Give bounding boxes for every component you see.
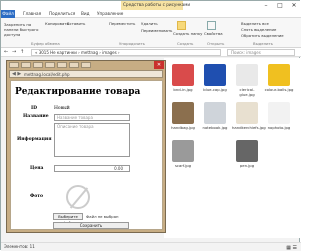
group-organize: Упорядочить (119, 41, 145, 46)
file-thumbnail (172, 64, 194, 86)
tab-home[interactable]: Главная (23, 11, 41, 16)
browser-back-icon[interactable]: ◀ ▶ (12, 71, 21, 78)
file-thumbnail (172, 102, 194, 124)
group-clipboard: Буфер обмена (31, 41, 60, 46)
tab-file[interactable]: Файл (1, 10, 15, 18)
forward-arrow-icon[interactable]: → (12, 49, 16, 55)
browser-tab[interactable] (45, 62, 55, 68)
file-thumbnail (204, 102, 226, 124)
tab-view[interactable]: Вид (81, 11, 90, 16)
search-input[interactable]: Поиск: images (227, 49, 295, 56)
group-open: Открыть (207, 41, 225, 46)
browser-url[interactable]: mettnag.local/edit.php (24, 71, 70, 78)
browser-tab[interactable] (57, 62, 67, 68)
info-textarea[interactable]: Описание товара (54, 123, 130, 157)
no-file-text: Файл не выбран (86, 214, 119, 219)
no-photo-icon (66, 185, 90, 209)
ribbon: Закрепить на панели быстрого доступа Коп… (1, 18, 301, 48)
new-folder-icon[interactable] (177, 21, 186, 30)
browser-tabs (9, 62, 159, 69)
select-all-button[interactable]: Выделить все (241, 21, 269, 26)
delete-button[interactable]: Удалить (141, 21, 158, 26)
id-value: Новый (54, 106, 70, 111)
browser-window: ✕ ◀ ▶ mettnag.local/edit.php Редактирова… (6, 60, 166, 233)
window-controls: – □ ✕ (259, 1, 301, 10)
price-input[interactable]: 0.00 (54, 165, 130, 172)
edit-product-page: Редактирование товара ID Новый Название … (10, 80, 163, 230)
move-button[interactable]: Переместить (109, 21, 135, 26)
explorer-titlebar: Средства работы с рисунками – □ ✕ (1, 1, 301, 10)
file-name: pen.jpg (239, 163, 255, 168)
file-item[interactable]: scarf.jpg (168, 140, 198, 168)
file-thumbnail (236, 140, 258, 162)
label-price: Цена (30, 166, 44, 171)
back-arrow-icon[interactable]: ← (4, 49, 8, 55)
file-name: clerical-glue.jpg (239, 87, 255, 97)
file-thumbnail (204, 64, 226, 86)
file-name: scarf.jpg (174, 163, 192, 168)
file-item[interactable]: clerical-glue.jpg (232, 64, 262, 97)
copy-button[interactable]: Копировать (45, 21, 69, 26)
status-text: Элементов: 11 (4, 244, 35, 249)
file-name: colour-balls.jpg (264, 87, 294, 92)
new-folder-button[interactable]: Создать папку (173, 31, 202, 36)
address-path[interactable]: « 3015 Не картинки › mettnag › images › (31, 49, 221, 56)
paste-button[interactable]: Вставить (67, 21, 85, 26)
file-item[interactable]: handbag.jpg (168, 102, 198, 130)
window-title: Средства работы с рисунками (123, 2, 191, 7)
label-name: Название (23, 114, 49, 119)
file-thumbnail (172, 140, 194, 162)
group-new: Создать (177, 41, 194, 46)
file-thumbnail (236, 64, 258, 86)
file-name: handbag.jpg (171, 125, 195, 130)
browser-tab[interactable] (21, 62, 31, 68)
name-input[interactable]: Название товара (54, 114, 130, 121)
choose-file-button[interactable]: Выберите файл (53, 213, 83, 225)
file-name: blue-cap.jpg (203, 87, 227, 92)
up-arrow-icon[interactable]: ↑ (20, 49, 24, 55)
browser-tab[interactable] (33, 62, 43, 68)
file-name: notebook.jpg (202, 125, 228, 130)
file-thumbnail (268, 102, 290, 124)
address-bar: ← → ↑ « 3015 Не картинки › mettnag › ima… (1, 48, 301, 57)
minimize-icon[interactable]: – (259, 1, 273, 10)
properties-icon[interactable] (207, 21, 216, 30)
deselect-button[interactable]: Снять выделение (241, 27, 276, 32)
pin-button[interactable]: Закрепить на панели быстрого доступа (4, 22, 40, 37)
view-toggle-icon[interactable]: ▦ ☰ (286, 244, 297, 252)
browser-url-bar[interactable]: ◀ ▶ mettnag.local/edit.php (9, 70, 163, 78)
browser-close-icon[interactable]: ✕ (154, 61, 164, 69)
file-thumbnail (268, 64, 290, 86)
label-id: ID (31, 106, 38, 111)
maximize-icon[interactable]: □ (273, 1, 287, 10)
file-name: nophoto.jpg (267, 125, 291, 130)
tab-share[interactable]: Поделиться (49, 11, 75, 16)
browser-titlebar: ✕ (7, 61, 165, 69)
file-item[interactable]: handkerchiefs.jpg (232, 102, 266, 130)
browser-tab[interactable] (69, 62, 79, 68)
rename-button[interactable]: Переименовать (141, 28, 172, 33)
label-info: Информация (17, 137, 52, 142)
file-item[interactable]: blue-cap.jpg (200, 64, 230, 92)
page-title: Редактирование товара (15, 87, 141, 97)
file-item[interactable]: colour-balls.jpg (264, 64, 294, 92)
properties-button[interactable]: Свойства (204, 31, 223, 36)
file-item[interactable]: pen.jpg (232, 140, 262, 168)
file-item[interactable]: notebook.jpg (200, 102, 230, 130)
browser-tab[interactable] (81, 62, 91, 68)
group-select: Выделить (253, 41, 273, 46)
file-thumbnail (236, 102, 258, 124)
file-grid: bnd-in.jpg blue-cap.jpg clerical-glue.jp… (164, 58, 301, 238)
browser-tab[interactable] (9, 62, 19, 68)
tab-manage[interactable]: Управление (97, 11, 123, 16)
file-item[interactable]: nophoto.jpg (264, 102, 294, 130)
file-name: handkerchiefs.jpg (232, 125, 266, 130)
label-photo: Фото (30, 194, 44, 199)
ribbon-tabs: Файл Главная Поделиться Вид Управление (1, 10, 301, 18)
invert-selection-button[interactable]: Обратить выделение (241, 33, 284, 38)
file-name: bnd-in.jpg (173, 87, 193, 92)
save-button[interactable]: Сохранить (53, 222, 129, 229)
file-item[interactable]: bnd-in.jpg (168, 64, 198, 92)
close-icon[interactable]: ✕ (287, 1, 301, 10)
